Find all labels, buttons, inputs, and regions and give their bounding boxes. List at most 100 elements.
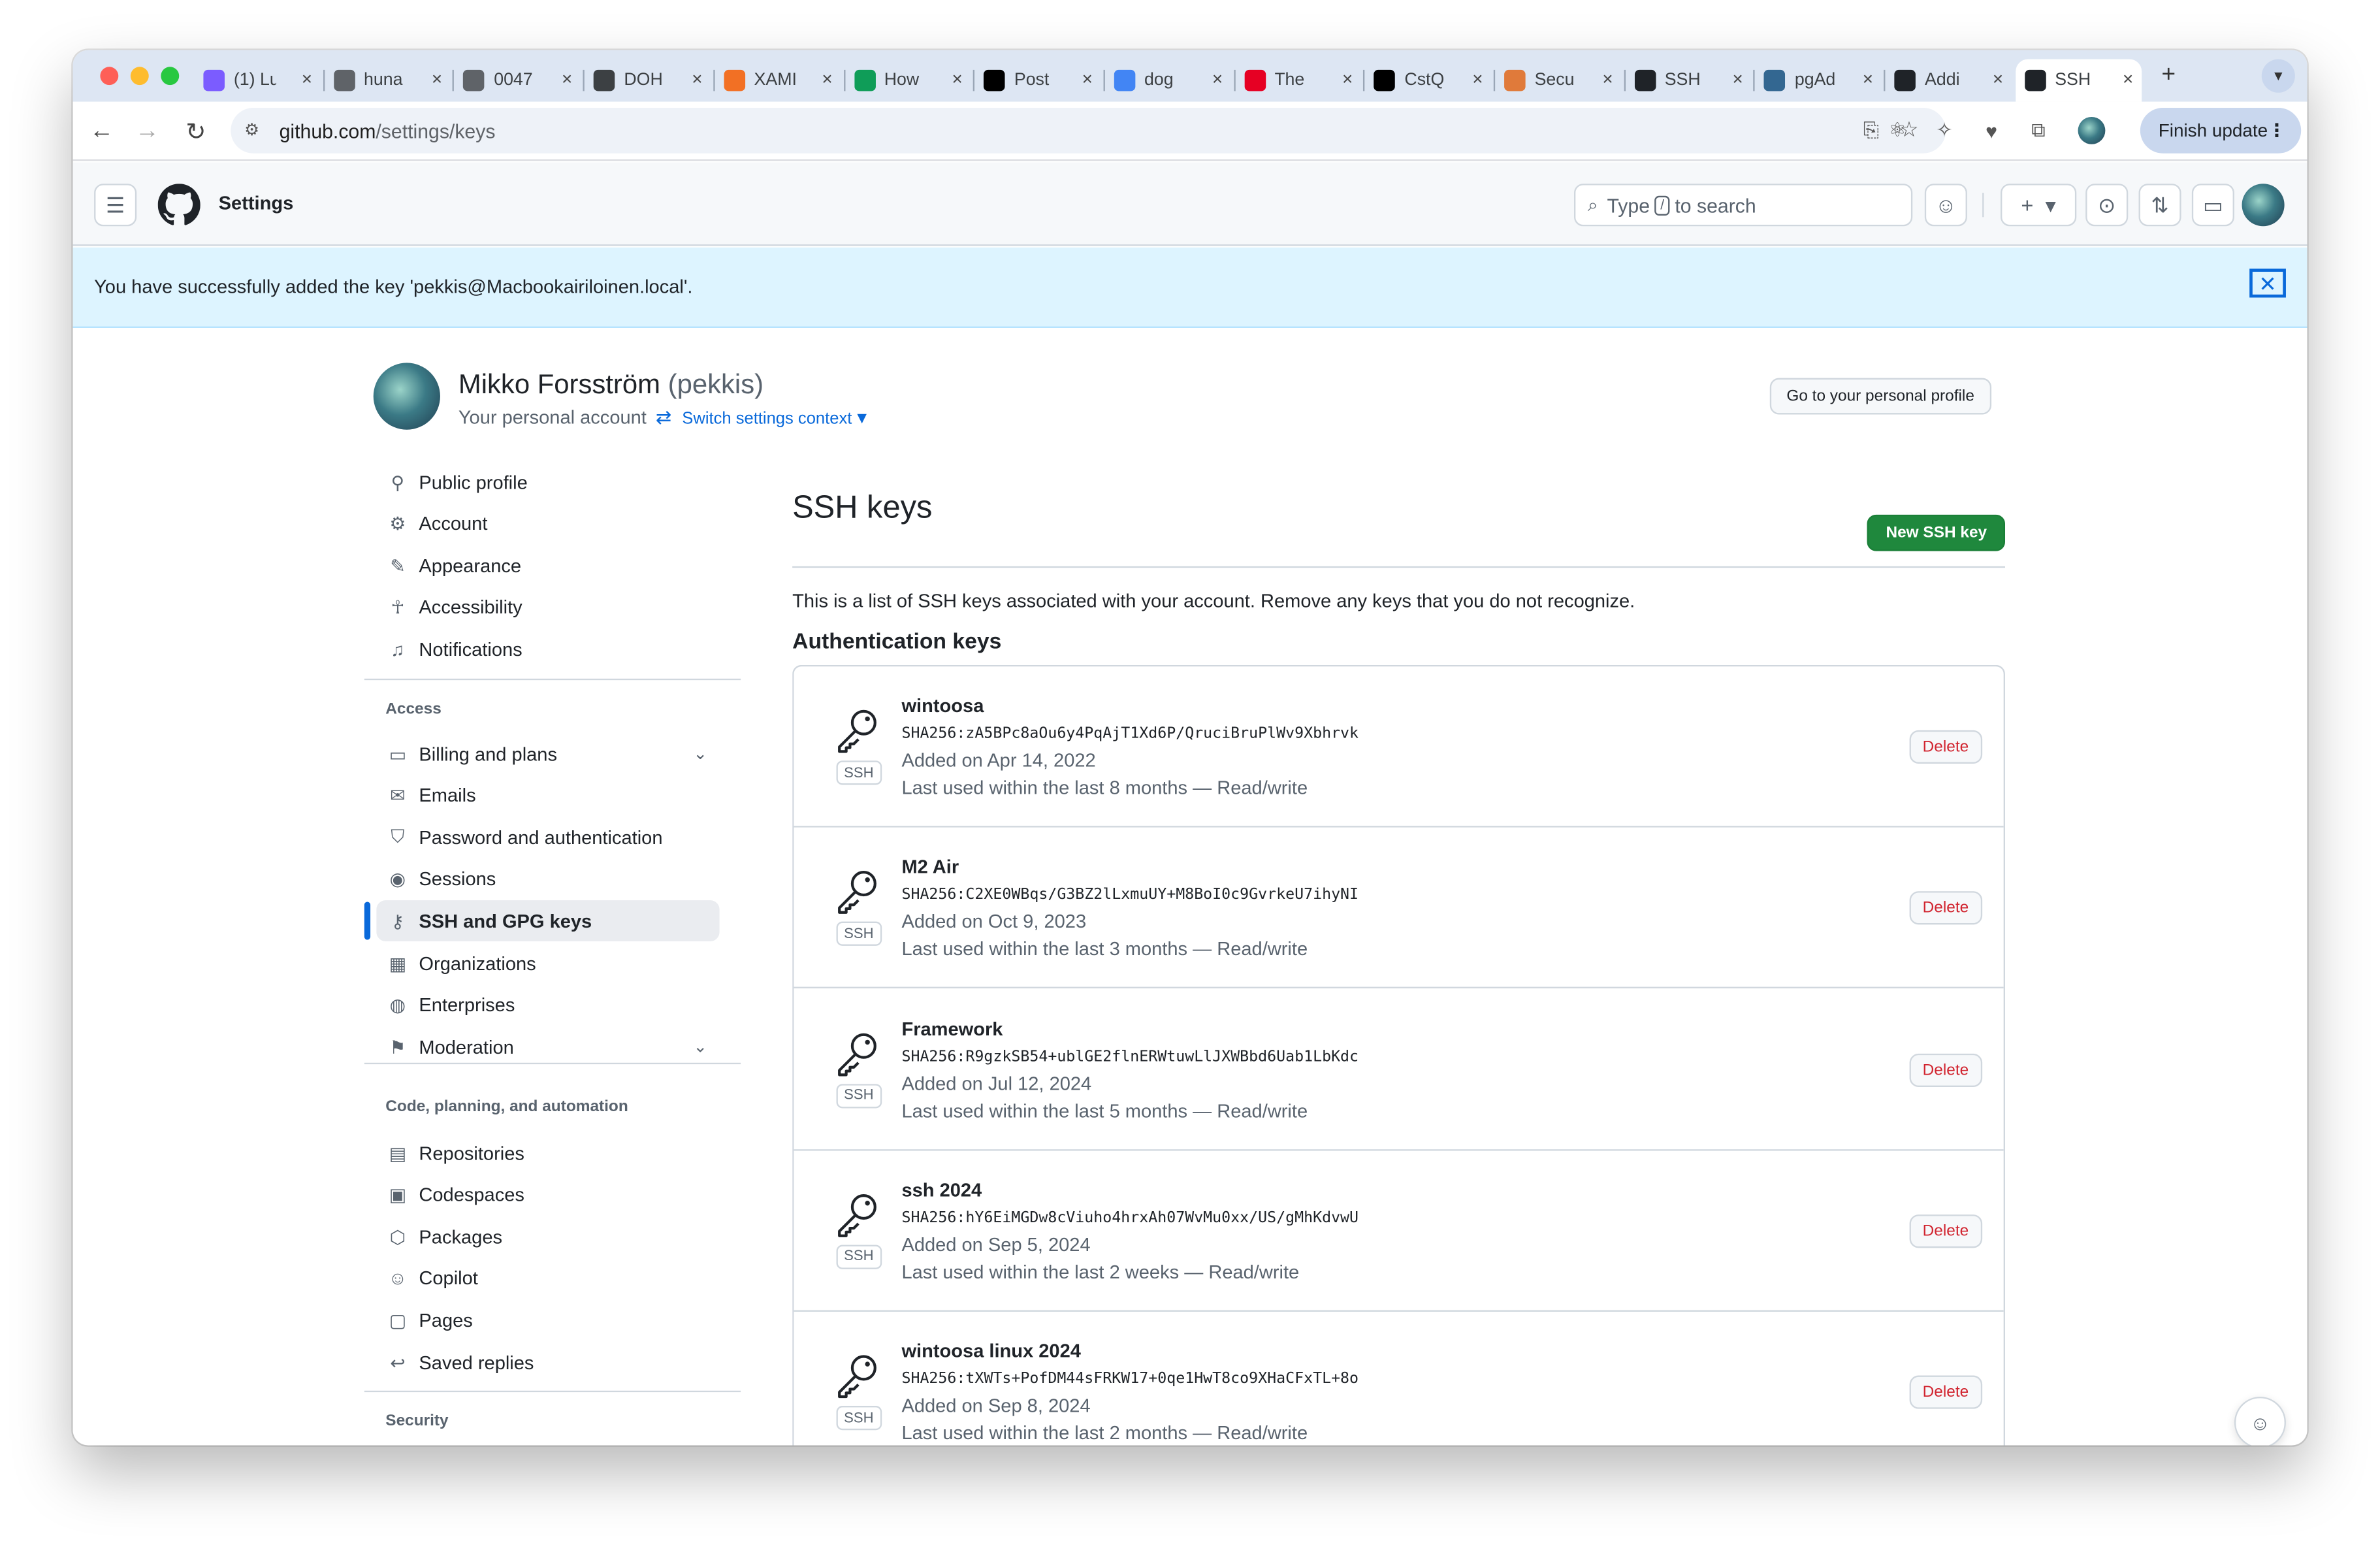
sidebar-item-sessions[interactable]: ◉ Sessions [376,859,719,900]
sidebar-item-notifications[interactable]: ♫ Notifications [376,629,719,670]
extension-sparkle-icon[interactable]: ✧ [1931,117,1958,144]
sidebar-item-enterprises[interactable]: ◍ Enterprises [376,984,719,1026]
sidebar-item-password-and-authentication[interactable]: ⛉ Password and authentication [376,817,719,858]
sidebar-item-codespaces[interactable]: ▣ Codespaces [376,1175,719,1216]
browser-tab[interactable]: DOH × [585,59,711,102]
browser-tab[interactable]: 0047 × [455,59,581,102]
sidebar-item-copilot[interactable]: ☺ Copilot [376,1258,719,1299]
close-tab-icon[interactable]: × [302,69,312,90]
browser-tab[interactable]: SSH × [1625,59,1752,102]
extension-heart-icon[interactable]: ♥ [1978,117,2005,144]
tab-title: (1) Lu [233,71,276,90]
back-button[interactable]: ← [85,116,118,149]
close-tab-icon[interactable]: × [1602,69,1613,90]
browser-tab[interactable]: dog × [1105,59,1232,102]
close-tab-icon[interactable]: × [1212,69,1223,90]
close-tab-icon[interactable]: × [1342,69,1353,90]
browser-tab[interactable]: How × [844,59,971,102]
browser-tab[interactable]: XAMI × [715,59,841,102]
delete-key-button[interactable]: Delete [1908,730,1983,764]
new-ssh-key-button[interactable]: New SSH key [1867,514,2006,551]
copilot-chat-button[interactable]: ☺ [2234,1397,2286,1446]
go-to-profile-button[interactable]: Go to your personal profile [1769,378,1991,415]
close-tab-icon[interactable]: × [822,69,832,90]
browser-tab[interactable]: pgAd × [1755,59,1882,102]
close-tab-icon[interactable]: × [562,69,572,90]
browser-tab[interactable]: SSH × [2015,59,2143,102]
close-tab-icon[interactable]: × [692,69,702,90]
user-avatar[interactable] [2242,184,2285,227]
sidebar-item-appearance[interactable]: ✎ Appearance [376,545,719,587]
browser-tab[interactable]: The × [1235,59,1362,102]
sidebar-item-label: Packages [419,1226,503,1248]
sidebar-item-emails[interactable]: ✉ Emails [376,775,719,817]
switch-context-link[interactable]: ⇄ Switch settings context ▾ [656,407,867,429]
chevron-down-icon[interactable]: ⌄ [694,1037,707,1057]
close-tab-icon[interactable]: × [2123,69,2133,90]
close-tab-icon[interactable]: × [1082,69,1093,90]
browser-tab[interactable]: (1) Lu × [194,59,321,102]
sidebar-item-billing-and-plans[interactable]: ▭ Billing and plans ⌄ [376,733,719,774]
forward-button[interactable]: → [131,116,164,149]
browser-tab[interactable]: Post × [974,59,1101,102]
key-type-badge: SSH [836,922,882,947]
sidebar-item-repositories[interactable]: ▤ Repositories [376,1133,719,1174]
copilot-button[interactable]: ☺ [1924,184,1967,227]
browser-tab[interactable]: Addi × [1886,59,2012,102]
flash-close-button[interactable]: ✕ [2249,268,2286,298]
sidebar-item-public-profile[interactable]: ⚲ Public profile [376,461,719,502]
key-title: ssh 2024 [901,1179,982,1201]
github-logo-icon[interactable] [157,184,201,226]
browser-tab[interactable]: huna × [325,59,451,102]
reload-button[interactable]: ↻ [179,116,212,149]
site-info-icon[interactable]: ⚙ [244,120,259,140]
tab-search-button[interactable]: ▼ [2261,59,2295,93]
sidebar-item-packages[interactable]: ⬡ Packages [376,1216,719,1258]
inbox-button[interactable]: ▭ [2191,184,2234,227]
sidebar-item-accessibility[interactable]: ☥ Accessibility [376,587,719,628]
profile-avatar[interactable] [373,363,440,430]
extension-react-icon[interactable]: ⚛ [1884,117,1911,144]
zoom-window-button[interactable] [161,67,180,86]
sidebar-item-organizations[interactable]: ▦ Organizations [376,943,719,984]
sidebar-item-label: Repositories [419,1142,524,1164]
sidebar-item-moderation[interactable]: ⚑ Moderation ⌄ [376,1026,719,1067]
address-bar[interactable]: ⚙ github.com/settings/keys ⎘ ☆ [231,108,1946,154]
close-tab-icon[interactable]: × [1472,69,1483,90]
finish-update-button[interactable]: Finish update ⋮ [2140,108,2302,154]
browser-profile-avatar[interactable] [2078,116,2106,144]
settings-content: Mikko Forsström (pekkis) Your personal a… [73,329,2308,1446]
close-tab-icon[interactable]: × [1733,69,1743,90]
paintbrush-icon: ✎ [390,555,406,577]
sidebar-item-pages[interactable]: ▢ Pages [376,1300,719,1341]
delete-key-button[interactable]: Delete [1908,1052,1983,1087]
new-tab-button[interactable]: + [2161,62,2176,89]
chevron-down-icon[interactable]: ⌄ [694,744,707,764]
pull-requests-button[interactable]: ⇅ [2138,184,2181,227]
github-icon [2024,69,2046,91]
extensions-puzzle-icon[interactable]: ⧉ [2025,117,2052,144]
gear-icon: ⚙ [389,513,406,535]
minimize-window-button[interactable] [130,67,149,86]
delete-key-button[interactable]: Delete [1908,1214,1983,1248]
close-tab-icon[interactable]: × [1863,69,1873,90]
hamburger-menu-button[interactable]: ☰ [94,184,137,227]
delete-key-button[interactable]: Delete [1908,891,1983,926]
close-tab-icon[interactable]: × [1993,69,2003,90]
delete-key-button[interactable]: Delete [1908,1375,1983,1410]
browser-tab[interactable]: CstQ × [1365,59,1492,102]
globe-icon [463,69,485,91]
issues-button[interactable]: ⊙ [2085,184,2129,227]
close-tab-icon[interactable]: × [952,69,963,90]
key-icon [838,871,876,915]
mail-icon: ✉ [390,785,406,807]
create-new-button[interactable]: + ▾ [2001,184,2077,227]
close-window-button[interactable] [100,67,119,86]
sidebar-item-account[interactable]: ⚙ Account [376,504,719,545]
sidebar-item-ssh-and-gpg-keys[interactable]: ⚷ SSH and GPG keys [376,901,720,942]
close-tab-icon[interactable]: × [432,69,442,90]
browser-tab[interactable]: Secu × [1495,59,1622,102]
sidebar-item-saved-replies[interactable]: ↩ Saved replies [376,1342,719,1383]
install-app-icon[interactable]: ⎘ [1863,118,1879,142]
search-input[interactable]: ⌕ Type / to search [1573,184,1913,227]
